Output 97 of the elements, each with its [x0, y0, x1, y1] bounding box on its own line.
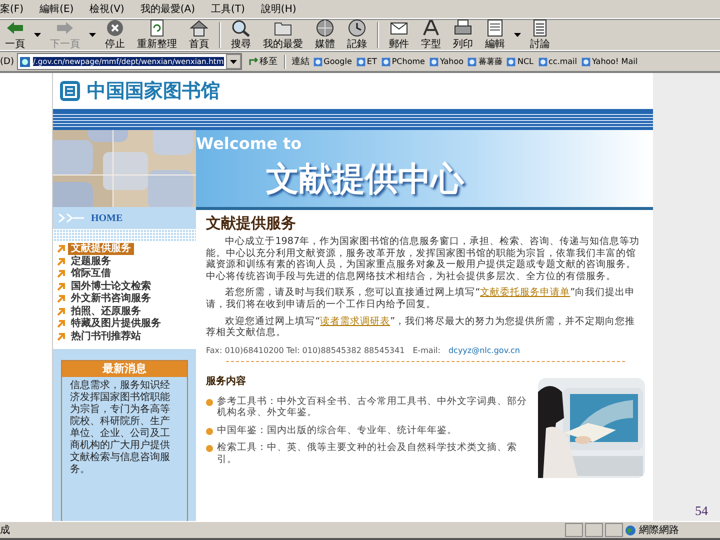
page-icon — [428, 56, 439, 66]
toolbar-button[interactable]: 字型 — [416, 19, 446, 51]
link-button[interactable]: PChome — [380, 56, 425, 66]
caret-icon[interactable] — [514, 33, 521, 37]
bullet-icon — [206, 428, 213, 435]
menu-item[interactable]: 我的最愛(A) — [140, 2, 195, 16]
nav-item[interactable]: 定题服务 — [68, 256, 114, 268]
toolbar-button[interactable]: 一頁 — [0, 19, 30, 51]
link-button[interactable]: Yahoo — [428, 56, 464, 66]
nav-item[interactable]: 文献提供服务 — [68, 243, 134, 256]
status-panel — [605, 523, 623, 537]
caret-icon — [230, 60, 237, 64]
toolbar-button[interactable]: 我的最愛 — [258, 19, 308, 51]
page-icon — [467, 56, 478, 66]
toolbar-button[interactable]: 郵件 — [384, 19, 414, 51]
menu-item[interactable]: 檢視(V) — [90, 2, 124, 16]
email-label: E-mail: — [412, 346, 440, 355]
toolbar-button[interactable]: 列印 — [448, 19, 478, 51]
page-icon — [380, 56, 391, 66]
arrow-icon — [57, 270, 65, 278]
link-button[interactable]: ET — [356, 56, 377, 66]
menu-item[interactable]: 工具(T) — [211, 2, 245, 16]
email-link[interactable]: dcyyz@nlc.gov.cn — [448, 346, 520, 355]
page-icon — [356, 56, 366, 66]
arrow-left-icon — [5, 19, 25, 37]
toolbar-button[interactable]: 編輯 — [480, 19, 510, 51]
toolbar-button[interactable]: 媒體 — [310, 19, 340, 51]
status-text: 成 — [0, 524, 11, 537]
form-link[interactable]: 读者需求调研表 — [320, 316, 390, 327]
status-panel — [585, 523, 603, 537]
toolbar-button[interactable]: 重新整理 — [132, 19, 182, 51]
welcome-text: Welcome to — [196, 134, 303, 153]
link-button[interactable]: Yahoo! Mail — [581, 56, 638, 66]
service-item: 参考工具书：中外文百科全书、古今常用工具书、中外文字词典、部分机构名录、外文年鉴。 — [217, 396, 528, 419]
search-icon — [231, 19, 251, 37]
zone-indicator: 網際網路 — [625, 523, 720, 537]
globe-icon — [315, 19, 335, 37]
arrow-icon — [57, 332, 65, 341]
bullet-icon — [206, 398, 213, 406]
letter-icon — [421, 19, 441, 37]
nav-item[interactable]: 热门书刊推荐站 — [68, 330, 144, 343]
menu-item[interactable]: 說明(H) — [260, 2, 296, 16]
toolbar-button[interactable]: 記錄 — [342, 19, 372, 51]
toolbar-button[interactable]: 討論 — [525, 19, 555, 51]
page-icon — [506, 56, 516, 66]
form-link[interactable]: 文献委托服务申请单 — [480, 287, 570, 298]
service-item: 中国年鉴：国内出版的综合年、专业年、统计年年鉴。 — [217, 424, 457, 436]
link-button[interactable]: cc.mail — [538, 56, 577, 66]
nav-item[interactable]: 特藏及图片提供服务 — [68, 318, 164, 330]
bullet-icon — [206, 445, 213, 452]
page-icon — [538, 56, 548, 66]
status-panel — [565, 523, 583, 537]
nav-item[interactable]: 外文新书咨询服务 — [68, 293, 154, 306]
toolbar-button[interactable]: 首頁 — [184, 19, 214, 51]
clock-icon — [347, 19, 367, 37]
nav-item[interactable]: 国外博士论文检索 — [68, 280, 154, 293]
links-label: 連結 — [292, 56, 310, 68]
arrow-icon — [57, 295, 65, 304]
nav-item[interactable]: 馆际互借 — [68, 268, 114, 280]
link-button[interactable]: 蕃薯藤 — [467, 56, 502, 67]
double-arrow-icon — [57, 213, 85, 223]
link-button[interactable]: Google — [312, 56, 352, 66]
section-heading: 文献提供服务 — [206, 214, 297, 233]
arrow-icon — [57, 320, 65, 328]
paragraph: 欢迎您通过网上填写“读者需求调研表”，我们将尽最大的努力为您提供所需，并不定期向您推荐相关文献信息。 — [206, 316, 636, 339]
arrow-icon — [57, 282, 65, 291]
caret-icon[interactable] — [34, 33, 41, 37]
arrow-right-icon — [55, 19, 75, 37]
banner-title: 文献提供中心 — [266, 158, 466, 200]
paragraph: 若您所需，请及时与我们联系，您可以直接通过网上填写“文献委托服务申请单”向我们提出申请，我们将在收到申请后的一个工作日内给予回复。 — [206, 287, 636, 311]
link-button[interactable]: NCL — [506, 56, 534, 66]
globe-icon — [625, 524, 636, 536]
page-number: 54 — [695, 503, 708, 519]
menu-item[interactable]: 案(F) — [0, 2, 24, 16]
paragraph: 中心成立于1987年，作为国家图书馆的信息服务窗口，承担、检索、咨询、传递与知信息等功能。中心以充分利用文献资源，服务改革开放，发挥国家图书馆的职能为宗旨，依靠我们丰富的馆藏资源和训练有素的咨询人员，为国家重点服务对象及一般用户提供定题或专题文献的咨询服务。中心将传统咨询手段与先进的信息网络技术相结合，为社会提供多层次、全方位的有偿服务。 — [206, 236, 641, 282]
services-title: 服务内容 — [206, 374, 247, 388]
service-item: 检索工具：中、英、俄等主要文种的社会及自然科学技术类文摘、索引。 — [217, 442, 518, 466]
arrow-icon — [57, 245, 65, 254]
news-text: 信息需求，服务知识经济发挥国家图书馆职能为宗旨，专门为各高等院校、科研院所、生产单位、企业、公司及工商机构的广大用户提供文献检索与信息咨询服务。 — [69, 378, 171, 477]
address-label: (D) — [0, 56, 14, 66]
arrow-icon — [57, 258, 65, 266]
go-button[interactable]: 移至 — [248, 55, 278, 68]
dropdown-button[interactable] — [226, 54, 241, 69]
menu-item[interactable]: 編輯(E) — [40, 2, 74, 16]
page-icon — [18, 56, 31, 68]
news-title: 最新消息 — [62, 361, 187, 377]
toolbar-button[interactable]: 停止 — [100, 19, 130, 51]
arrow-icon — [57, 308, 65, 316]
page-icon — [312, 56, 323, 66]
arrow-icon — [248, 57, 259, 66]
library-logo-icon — [59, 80, 81, 102]
nav-item[interactable]: 拍照、还原服务 — [68, 306, 144, 318]
page-icon — [581, 56, 591, 66]
toolbar-button[interactable]: 搜尋 — [226, 19, 256, 51]
home-link[interactable]: HOME — [91, 212, 123, 224]
contact-text: Fax: 010)68410200 Tel: 010)88545382 88545341 — [206, 346, 405, 355]
library-name: 中国国家图书馆 — [87, 79, 220, 104]
